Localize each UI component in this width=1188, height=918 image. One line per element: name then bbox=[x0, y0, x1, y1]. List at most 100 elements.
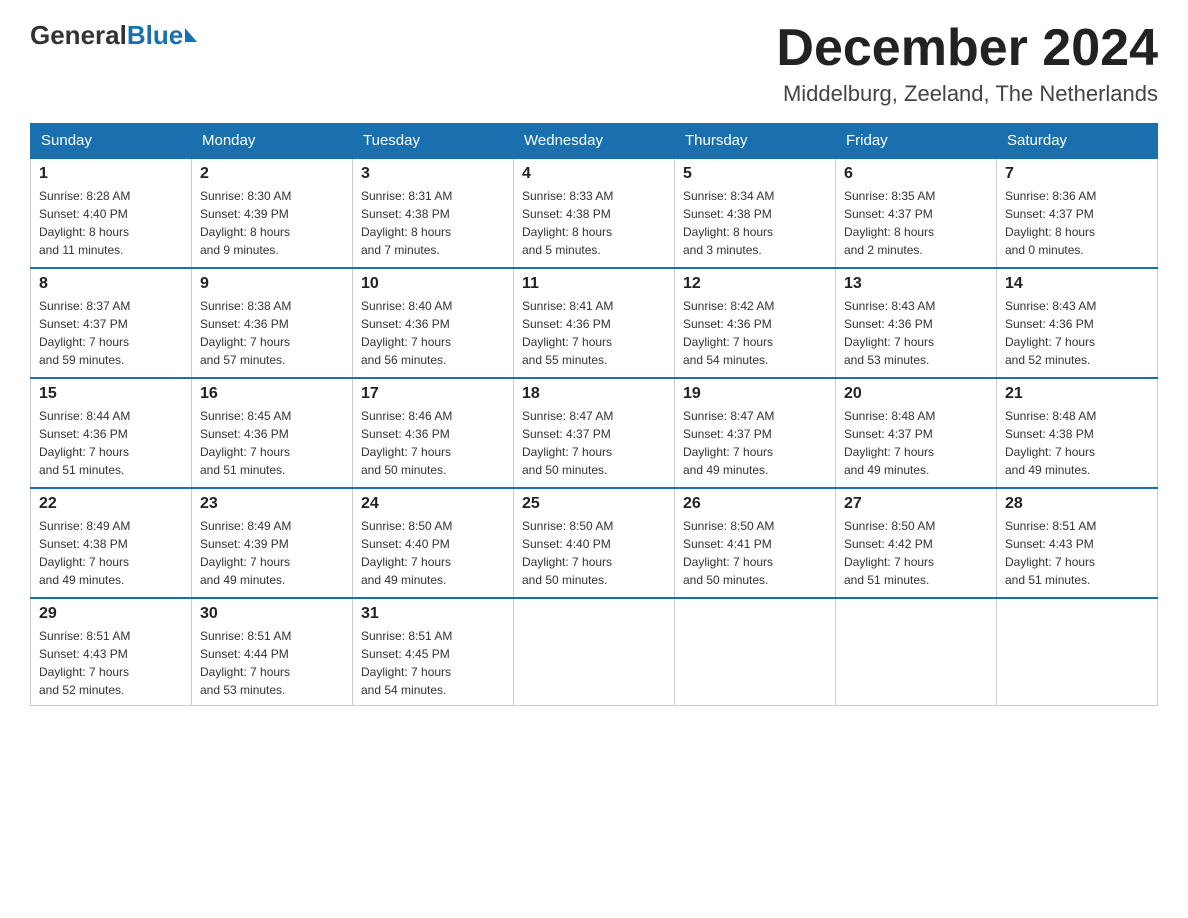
day-number: 6 bbox=[844, 165, 988, 183]
calendar-cell: 6 Sunrise: 8:35 AM Sunset: 4:37 PM Dayli… bbox=[836, 158, 997, 268]
calendar-header-row: SundayMondayTuesdayWednesdayThursdayFrid… bbox=[31, 124, 1158, 159]
day-number: 15 bbox=[39, 385, 183, 403]
day-info: Sunrise: 8:50 AM Sunset: 4:40 PM Dayligh… bbox=[522, 517, 666, 589]
calendar-cell: 31 Sunrise: 8:51 AM Sunset: 4:45 PM Dayl… bbox=[353, 598, 514, 706]
day-number: 30 bbox=[200, 605, 344, 623]
day-info: Sunrise: 8:44 AM Sunset: 4:36 PM Dayligh… bbox=[39, 407, 183, 479]
calendar-cell: 19 Sunrise: 8:47 AM Sunset: 4:37 PM Dayl… bbox=[675, 378, 836, 488]
calendar-cell: 24 Sunrise: 8:50 AM Sunset: 4:40 PM Dayl… bbox=[353, 488, 514, 598]
calendar-cell bbox=[836, 598, 997, 706]
day-info: Sunrise: 8:30 AM Sunset: 4:39 PM Dayligh… bbox=[200, 187, 344, 259]
day-number: 18 bbox=[522, 385, 666, 403]
day-info: Sunrise: 8:36 AM Sunset: 4:37 PM Dayligh… bbox=[1005, 187, 1149, 259]
month-title: December 2024 bbox=[776, 20, 1158, 77]
day-number: 25 bbox=[522, 495, 666, 513]
calendar-cell: 20 Sunrise: 8:48 AM Sunset: 4:37 PM Dayl… bbox=[836, 378, 997, 488]
header-friday: Friday bbox=[836, 124, 997, 159]
day-number: 3 bbox=[361, 165, 505, 183]
calendar-cell bbox=[514, 598, 675, 706]
day-info: Sunrise: 8:50 AM Sunset: 4:40 PM Dayligh… bbox=[361, 517, 505, 589]
calendar-table: SundayMondayTuesdayWednesdayThursdayFrid… bbox=[30, 123, 1158, 706]
day-number: 17 bbox=[361, 385, 505, 403]
day-info: Sunrise: 8:35 AM Sunset: 4:37 PM Dayligh… bbox=[844, 187, 988, 259]
day-number: 14 bbox=[1005, 275, 1149, 293]
calendar-cell: 10 Sunrise: 8:40 AM Sunset: 4:36 PM Dayl… bbox=[353, 268, 514, 378]
day-info: Sunrise: 8:28 AM Sunset: 4:40 PM Dayligh… bbox=[39, 187, 183, 259]
day-info: Sunrise: 8:41 AM Sunset: 4:36 PM Dayligh… bbox=[522, 297, 666, 369]
day-info: Sunrise: 8:48 AM Sunset: 4:38 PM Dayligh… bbox=[1005, 407, 1149, 479]
day-info: Sunrise: 8:38 AM Sunset: 4:36 PM Dayligh… bbox=[200, 297, 344, 369]
day-info: Sunrise: 8:49 AM Sunset: 4:39 PM Dayligh… bbox=[200, 517, 344, 589]
day-number: 4 bbox=[522, 165, 666, 183]
calendar-cell: 14 Sunrise: 8:43 AM Sunset: 4:36 PM Dayl… bbox=[997, 268, 1158, 378]
calendar-cell: 1 Sunrise: 8:28 AM Sunset: 4:40 PM Dayli… bbox=[31, 158, 192, 268]
day-number: 23 bbox=[200, 495, 344, 513]
day-info: Sunrise: 8:37 AM Sunset: 4:37 PM Dayligh… bbox=[39, 297, 183, 369]
calendar-cell: 28 Sunrise: 8:51 AM Sunset: 4:43 PM Dayl… bbox=[997, 488, 1158, 598]
calendar-week-row: 1 Sunrise: 8:28 AM Sunset: 4:40 PM Dayli… bbox=[31, 158, 1158, 268]
day-number: 29 bbox=[39, 605, 183, 623]
calendar-cell: 15 Sunrise: 8:44 AM Sunset: 4:36 PM Dayl… bbox=[31, 378, 192, 488]
calendar-cell: 25 Sunrise: 8:50 AM Sunset: 4:40 PM Dayl… bbox=[514, 488, 675, 598]
day-info: Sunrise: 8:51 AM Sunset: 4:44 PM Dayligh… bbox=[200, 627, 344, 699]
calendar-cell: 29 Sunrise: 8:51 AM Sunset: 4:43 PM Dayl… bbox=[31, 598, 192, 706]
calendar-cell: 7 Sunrise: 8:36 AM Sunset: 4:37 PM Dayli… bbox=[997, 158, 1158, 268]
header-monday: Monday bbox=[192, 124, 353, 159]
calendar-cell: 9 Sunrise: 8:38 AM Sunset: 4:36 PM Dayli… bbox=[192, 268, 353, 378]
header-thursday: Thursday bbox=[675, 124, 836, 159]
logo: General Blue bbox=[30, 20, 197, 51]
header-tuesday: Tuesday bbox=[353, 124, 514, 159]
day-info: Sunrise: 8:51 AM Sunset: 4:43 PM Dayligh… bbox=[1005, 517, 1149, 589]
calendar-cell bbox=[997, 598, 1158, 706]
day-number: 22 bbox=[39, 495, 183, 513]
calendar-week-row: 8 Sunrise: 8:37 AM Sunset: 4:37 PM Dayli… bbox=[31, 268, 1158, 378]
day-number: 28 bbox=[1005, 495, 1149, 513]
page-header: General Blue December 2024 Middelburg, Z… bbox=[30, 20, 1158, 107]
title-area: December 2024 Middelburg, Zeeland, The N… bbox=[776, 20, 1158, 107]
calendar-cell: 23 Sunrise: 8:49 AM Sunset: 4:39 PM Dayl… bbox=[192, 488, 353, 598]
calendar-cell: 3 Sunrise: 8:31 AM Sunset: 4:38 PM Dayli… bbox=[353, 158, 514, 268]
day-number: 9 bbox=[200, 275, 344, 293]
day-info: Sunrise: 8:47 AM Sunset: 4:37 PM Dayligh… bbox=[522, 407, 666, 479]
calendar-week-row: 15 Sunrise: 8:44 AM Sunset: 4:36 PM Dayl… bbox=[31, 378, 1158, 488]
day-number: 1 bbox=[39, 165, 183, 183]
calendar-cell: 13 Sunrise: 8:43 AM Sunset: 4:36 PM Dayl… bbox=[836, 268, 997, 378]
calendar-cell: 22 Sunrise: 8:49 AM Sunset: 4:38 PM Dayl… bbox=[31, 488, 192, 598]
calendar-cell: 30 Sunrise: 8:51 AM Sunset: 4:44 PM Dayl… bbox=[192, 598, 353, 706]
day-info: Sunrise: 8:43 AM Sunset: 4:36 PM Dayligh… bbox=[1005, 297, 1149, 369]
logo-blue-text: Blue bbox=[127, 20, 183, 51]
logo-blue-part: Blue bbox=[127, 20, 197, 51]
calendar-cell: 4 Sunrise: 8:33 AM Sunset: 4:38 PM Dayli… bbox=[514, 158, 675, 268]
day-number: 12 bbox=[683, 275, 827, 293]
calendar-cell bbox=[675, 598, 836, 706]
day-number: 8 bbox=[39, 275, 183, 293]
header-wednesday: Wednesday bbox=[514, 124, 675, 159]
day-info: Sunrise: 8:51 AM Sunset: 4:43 PM Dayligh… bbox=[39, 627, 183, 699]
calendar-cell: 16 Sunrise: 8:45 AM Sunset: 4:36 PM Dayl… bbox=[192, 378, 353, 488]
day-number: 13 bbox=[844, 275, 988, 293]
header-sunday: Sunday bbox=[31, 124, 192, 159]
day-number: 11 bbox=[522, 275, 666, 293]
day-number: 21 bbox=[1005, 385, 1149, 403]
calendar-cell: 12 Sunrise: 8:42 AM Sunset: 4:36 PM Dayl… bbox=[675, 268, 836, 378]
calendar-week-row: 22 Sunrise: 8:49 AM Sunset: 4:38 PM Dayl… bbox=[31, 488, 1158, 598]
calendar-cell: 17 Sunrise: 8:46 AM Sunset: 4:36 PM Dayl… bbox=[353, 378, 514, 488]
calendar-cell: 11 Sunrise: 8:41 AM Sunset: 4:36 PM Dayl… bbox=[514, 268, 675, 378]
day-number: 27 bbox=[844, 495, 988, 513]
calendar-cell: 5 Sunrise: 8:34 AM Sunset: 4:38 PM Dayli… bbox=[675, 158, 836, 268]
day-number: 10 bbox=[361, 275, 505, 293]
day-number: 5 bbox=[683, 165, 827, 183]
day-info: Sunrise: 8:40 AM Sunset: 4:36 PM Dayligh… bbox=[361, 297, 505, 369]
calendar-cell: 8 Sunrise: 8:37 AM Sunset: 4:37 PM Dayli… bbox=[31, 268, 192, 378]
day-number: 16 bbox=[200, 385, 344, 403]
location-title: Middelburg, Zeeland, The Netherlands bbox=[776, 81, 1158, 107]
day-info: Sunrise: 8:50 AM Sunset: 4:41 PM Dayligh… bbox=[683, 517, 827, 589]
day-info: Sunrise: 8:45 AM Sunset: 4:36 PM Dayligh… bbox=[200, 407, 344, 479]
calendar-cell: 18 Sunrise: 8:47 AM Sunset: 4:37 PM Dayl… bbox=[514, 378, 675, 488]
day-number: 26 bbox=[683, 495, 827, 513]
day-info: Sunrise: 8:33 AM Sunset: 4:38 PM Dayligh… bbox=[522, 187, 666, 259]
day-info: Sunrise: 8:42 AM Sunset: 4:36 PM Dayligh… bbox=[683, 297, 827, 369]
day-info: Sunrise: 8:47 AM Sunset: 4:37 PM Dayligh… bbox=[683, 407, 827, 479]
calendar-cell: 27 Sunrise: 8:50 AM Sunset: 4:42 PM Dayl… bbox=[836, 488, 997, 598]
day-info: Sunrise: 8:49 AM Sunset: 4:38 PM Dayligh… bbox=[39, 517, 183, 589]
